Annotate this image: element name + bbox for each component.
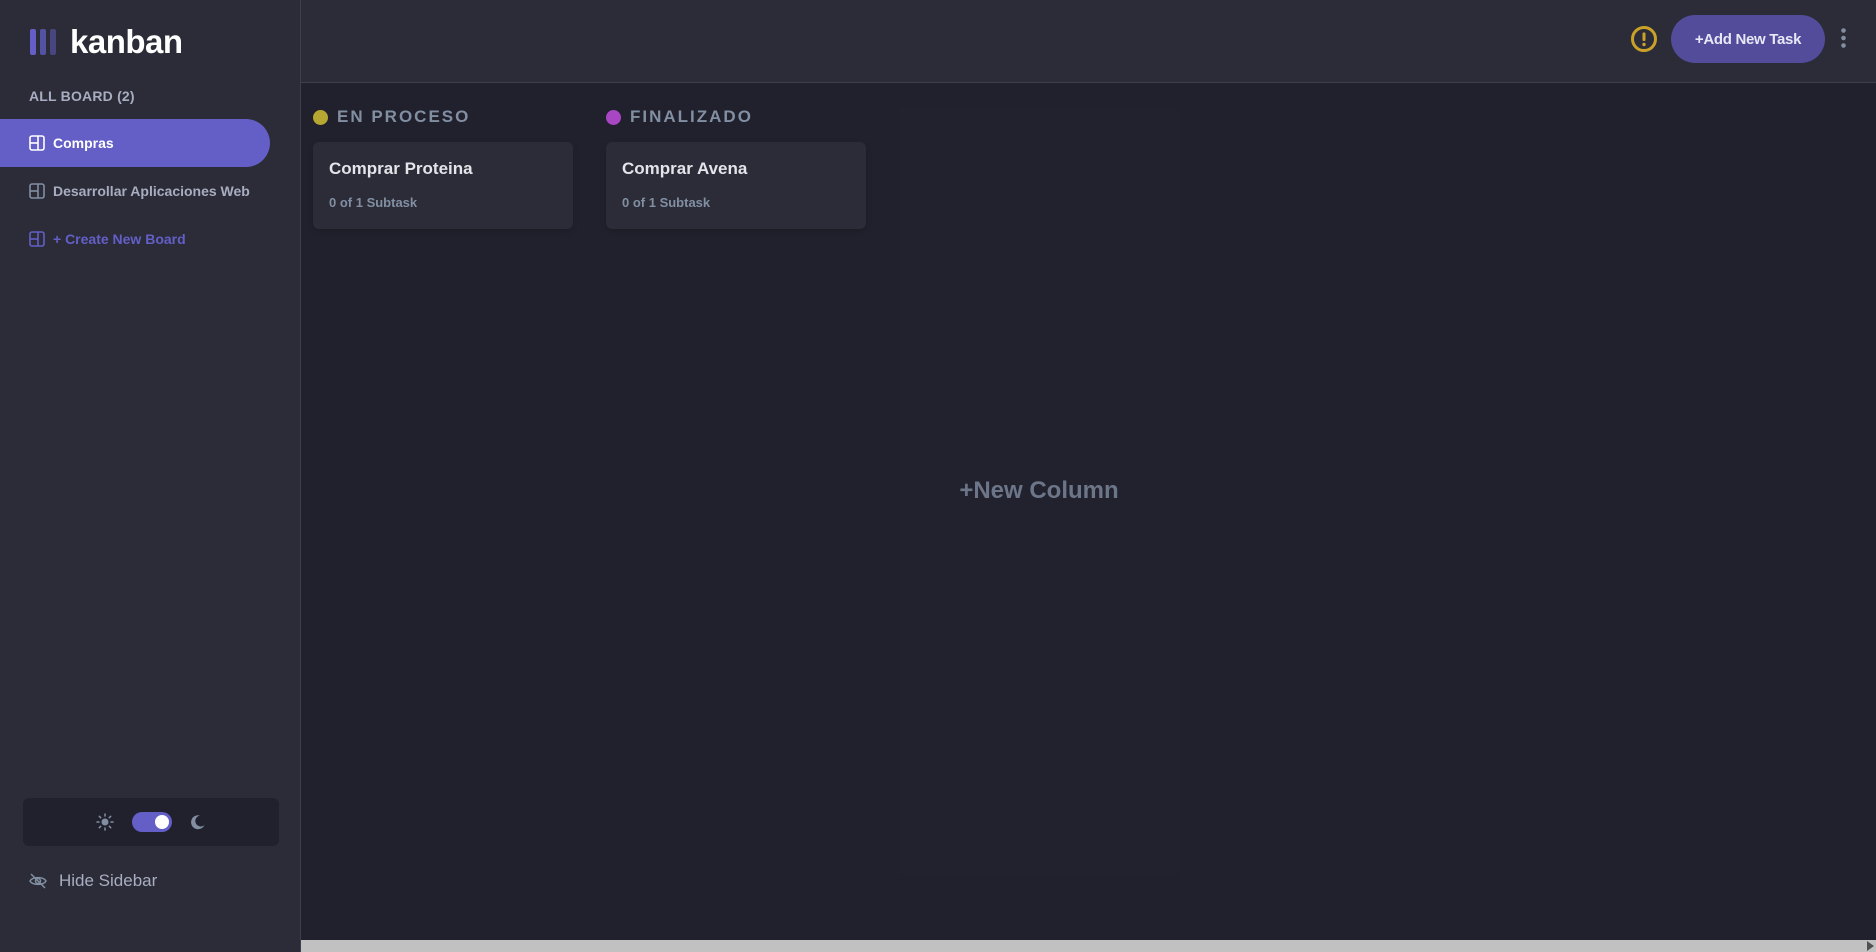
board-icon	[29, 135, 45, 151]
logo: kanban	[30, 22, 183, 62]
sidebar-item-desarrollar-aplicaciones-web[interactable]: Desarrollar Aplicaciones Web	[0, 167, 270, 215]
column-header: EN PROCESO	[313, 106, 573, 128]
create-new-board-button[interactable]: + Create New Board	[0, 215, 270, 263]
column-header: FINALIZADO	[606, 106, 866, 128]
app-root: kanban ALL BOARD (2) Compras Desarrollar…	[0, 0, 1876, 952]
board-icon	[29, 183, 45, 199]
theme-switcher	[23, 798, 279, 846]
board-count-heading: ALL BOARD (2)	[29, 88, 135, 104]
board-label: Desarrollar Aplicaciones Web	[53, 183, 250, 199]
column-title: FINALIZADO	[630, 107, 753, 126]
theme-toggle[interactable]	[132, 812, 172, 832]
board-icon	[29, 231, 45, 247]
new-column-button[interactable]: +New Column	[899, 106, 1179, 876]
task-title: Comprar Proteina	[329, 159, 473, 178]
moon-icon	[191, 815, 205, 830]
task-subtasks: 0 of 1 Subtask	[329, 195, 418, 210]
hide-sidebar-button[interactable]: Hide Sidebar	[29, 871, 157, 891]
hide-sidebar-label: Hide Sidebar	[59, 871, 158, 890]
task-card[interactable]: Comprar Avena 0 of 1 Subtask	[606, 142, 866, 229]
board-area: EN PROCESO Comprar Proteina 0 of 1 Subta…	[301, 84, 1876, 940]
column-title: EN PROCESO	[337, 107, 471, 126]
sidebar-item-compras[interactable]: Compras	[0, 119, 270, 167]
board-label: Compras	[53, 135, 114, 151]
status-dot	[606, 109, 621, 125]
sun-icon	[96, 813, 114, 831]
task-title: Comprar Avena	[622, 159, 748, 178]
board-list: Compras Desarrollar Aplicaciones Web + C…	[0, 119, 270, 263]
scroll-right-arrow-icon[interactable]	[1867, 941, 1874, 951]
column-finalizado: FINALIZADO Comprar Avena 0 of 1 Subtask	[606, 106, 866, 229]
eye-slash-icon	[29, 873, 47, 889]
warning-icon[interactable]	[1630, 25, 1658, 53]
create-board-label: + Create New Board	[53, 231, 186, 247]
column-en-proceso: EN PROCESO Comprar Proteina 0 of 1 Subta…	[313, 106, 573, 229]
task-subtasks: 0 of 1 Subtask	[622, 195, 711, 210]
sidebar: kanban ALL BOARD (2) Compras Desarrollar…	[0, 0, 301, 952]
more-vertical-icon[interactable]	[1841, 28, 1846, 48]
status-dot	[313, 109, 328, 125]
logo-icon	[30, 29, 56, 55]
logo-text: kanban	[70, 23, 183, 60]
horizontal-scrollbar[interactable]	[301, 940, 1876, 952]
task-card[interactable]: Comprar Proteina 0 of 1 Subtask	[313, 142, 573, 229]
top-header: +Add New Task	[301, 0, 1876, 83]
add-new-task-button[interactable]: +Add New Task	[1671, 15, 1825, 63]
